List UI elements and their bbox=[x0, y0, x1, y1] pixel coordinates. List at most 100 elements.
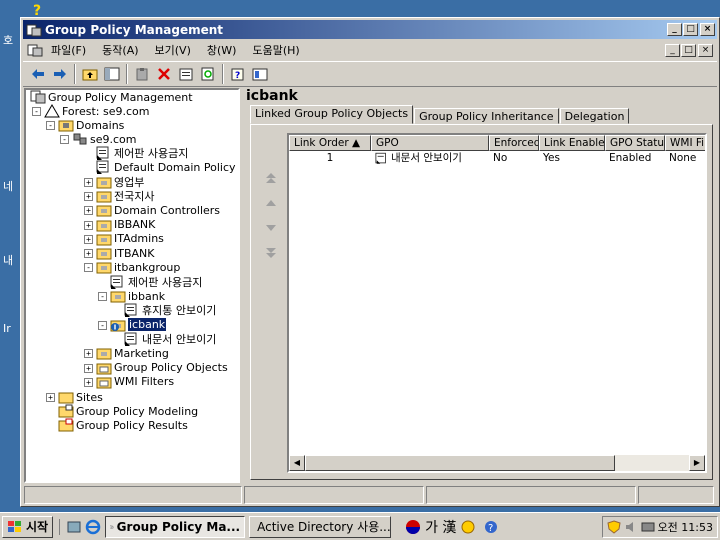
folder-icon bbox=[96, 377, 112, 389]
tree-item[interactable]: 제어판 사용금지 bbox=[96, 146, 188, 160]
show-hide-tree-button[interactable] bbox=[101, 63, 123, 85]
console-view-button[interactable] bbox=[249, 63, 271, 85]
expand-toggle[interactable]: + bbox=[84, 191, 93, 201]
col-wmi-filter[interactable]: WMI Filt bbox=[665, 135, 705, 151]
tab-delegation[interactable]: Delegation bbox=[559, 108, 630, 124]
menu-help[interactable]: 도움말(H) bbox=[244, 42, 307, 58]
scroll-thumb[interactable] bbox=[305, 455, 615, 471]
collapse-toggle[interactable]: - bbox=[46, 121, 55, 130]
mdi-close-button[interactable]: × bbox=[698, 43, 713, 57]
desktop-icon-label[interactable]: 내 bbox=[3, 252, 13, 268]
tree-sites[interactable]: Sites bbox=[58, 390, 103, 404]
tree-item[interactable]: Domain Controllers bbox=[96, 203, 220, 217]
desktop-icon-label[interactable]: 네 bbox=[3, 178, 13, 194]
speaker-icon[interactable] bbox=[624, 520, 638, 534]
col-link-enabled[interactable]: Link Enabled bbox=[539, 135, 605, 151]
tree-item[interactable]: 휴지통 안보이기 bbox=[124, 303, 216, 318]
desktop-icon-label[interactable]: Ir bbox=[3, 322, 11, 335]
tree-item[interactable]: icbank bbox=[110, 317, 168, 333]
back-button[interactable] bbox=[27, 63, 49, 85]
expand-toggle[interactable]: + bbox=[84, 177, 93, 187]
collapse-toggle[interactable]: - bbox=[98, 320, 107, 330]
col-gpo[interactable]: GPO bbox=[371, 135, 489, 151]
expand-toggle[interactable]: + bbox=[84, 363, 93, 373]
start-button[interactable]: 시작 bbox=[2, 515, 54, 538]
col-enforced[interactable]: Enforced bbox=[489, 135, 539, 151]
tree-item[interactable]: itbankgroup bbox=[96, 260, 180, 274]
status-pane bbox=[426, 486, 636, 504]
linked-gpo-list[interactable]: Link Order ▲ GPO Enforced Link Enabled G… bbox=[287, 133, 707, 473]
help-circle-icon[interactable]: ? bbox=[484, 520, 498, 534]
task-active-directory[interactable]: Active Directory 사용... bbox=[249, 515, 392, 538]
menu-window[interactable]: 창(W) bbox=[199, 42, 245, 58]
tree-item[interactable]: ibbank bbox=[110, 289, 165, 303]
minimize-button[interactable]: _ bbox=[667, 23, 682, 36]
tree-root[interactable]: Group Policy Management bbox=[30, 90, 193, 104]
expand-toggle[interactable]: + bbox=[84, 349, 93, 359]
tree-domain-se9[interactable]: se9.com bbox=[72, 132, 137, 146]
task-gpmc[interactable]: Group Policy Ma... bbox=[105, 515, 246, 538]
internet-explorer-icon[interactable] bbox=[85, 519, 101, 535]
help-desktop-icon[interactable]: ? bbox=[30, 2, 46, 18]
help-button[interactable]: ? bbox=[227, 63, 249, 85]
expand-toggle[interactable]: + bbox=[84, 206, 93, 216]
col-link-order[interactable]: Link Order ▲ bbox=[289, 135, 371, 151]
move-up-button[interactable] bbox=[261, 190, 281, 215]
paste-button[interactable] bbox=[131, 63, 153, 85]
mdi-restore-button[interactable]: □ bbox=[681, 43, 696, 57]
collapse-toggle[interactable]: - bbox=[32, 107, 41, 116]
tree-item[interactable]: ITAdmins bbox=[96, 232, 164, 246]
expand-toggle[interactable]: + bbox=[84, 249, 93, 259]
tree-forest[interactable]: Forest: se9.com bbox=[44, 104, 149, 118]
scroll-right-button[interactable]: ▶ bbox=[689, 455, 705, 471]
network-icon[interactable] bbox=[641, 520, 655, 534]
up-level-button[interactable] bbox=[79, 63, 101, 85]
tree-item[interactable]: WMI Filters bbox=[96, 375, 174, 389]
tree-item[interactable]: Group Policy Objects bbox=[96, 361, 228, 375]
mdi-minimize-button[interactable]: _ bbox=[665, 43, 680, 57]
maximize-button[interactable]: □ bbox=[683, 23, 698, 36]
mdi-doc-icon[interactable] bbox=[27, 43, 43, 57]
horizontal-scrollbar[interactable]: ◀ ▶ bbox=[289, 455, 705, 471]
col-gpo-status[interactable]: GPO Status bbox=[605, 135, 665, 151]
expand-toggle[interactable]: + bbox=[84, 234, 93, 244]
tree-item[interactable]: Marketing bbox=[96, 346, 169, 360]
collapse-toggle[interactable]: - bbox=[98, 292, 107, 301]
tree-modeling[interactable]: Group Policy Modeling bbox=[58, 404, 198, 418]
menu-view[interactable]: 보기(V) bbox=[147, 42, 199, 58]
collapse-toggle[interactable]: - bbox=[84, 263, 93, 273]
move-top-button[interactable] bbox=[261, 165, 281, 190]
menu-action[interactable]: 동작(A) bbox=[94, 42, 146, 58]
tree-item[interactable]: Default Domain Policy bbox=[96, 160, 236, 175]
tree-domains[interactable]: Domains bbox=[58, 118, 124, 132]
console-tree[interactable]: Group Policy Management - Forest: se9.co… bbox=[24, 88, 240, 483]
title-bar[interactable]: Group Policy Management _ □ × bbox=[23, 20, 717, 39]
delete-button[interactable] bbox=[153, 63, 175, 85]
tree-item[interactable]: 제어판 사용금지 bbox=[110, 275, 202, 289]
expand-toggle[interactable]: + bbox=[84, 377, 93, 387]
show-desktop-icon[interactable] bbox=[66, 519, 82, 535]
ime-indicator[interactable]: 가 漢 bbox=[405, 517, 476, 537]
tree-item[interactable]: 영업부 bbox=[96, 175, 144, 189]
table-row[interactable]: 1 내문서 안보이기 No Yes Enabled None bbox=[289, 151, 705, 166]
tree-item[interactable]: ITBANK bbox=[96, 246, 154, 260]
desktop-icon-label[interactable]: 호 bbox=[3, 32, 13, 48]
forward-button[interactable] bbox=[49, 63, 71, 85]
shield-icon[interactable] bbox=[606, 519, 621, 534]
move-bottom-button[interactable] bbox=[261, 240, 281, 265]
expand-toggle[interactable]: + bbox=[46, 393, 55, 402]
refresh-button[interactable] bbox=[197, 63, 219, 85]
tree-results[interactable]: Group Policy Results bbox=[58, 418, 188, 432]
tab-inheritance[interactable]: Group Policy Inheritance bbox=[414, 108, 559, 124]
tree-item[interactable]: 전국지사 bbox=[96, 189, 154, 203]
collapse-toggle[interactable]: - bbox=[60, 135, 69, 144]
tree-item[interactable]: 내문서 안보이기 bbox=[124, 332, 216, 346]
close-button[interactable]: × bbox=[700, 23, 715, 36]
expand-toggle[interactable]: + bbox=[84, 220, 93, 230]
menu-file[interactable]: 파일(F) bbox=[43, 42, 94, 58]
move-down-button[interactable] bbox=[261, 215, 281, 240]
tree-item[interactable]: IBBANK bbox=[96, 218, 155, 232]
properties-button[interactable] bbox=[175, 63, 197, 85]
tab-linked-gpos[interactable]: Linked Group Policy Objects bbox=[250, 105, 414, 124]
scroll-left-button[interactable]: ◀ bbox=[289, 455, 305, 471]
